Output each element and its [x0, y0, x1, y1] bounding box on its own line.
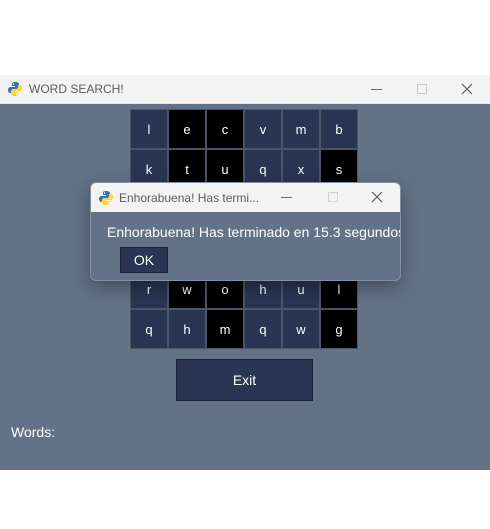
titlebar: WORD SEARCH! — [0, 75, 490, 104]
grid-cell[interactable]: w — [282, 309, 320, 349]
window-content: lecvmbktuqxsrwohulqhmqwg Exit Words: — [0, 104, 490, 470]
python-icon — [99, 191, 113, 205]
close-icon — [461, 83, 472, 95]
grid-cell[interactable]: c — [206, 109, 244, 149]
grid-cell[interactable]: l — [130, 109, 168, 149]
close-button[interactable] — [444, 75, 489, 103]
minimize-button[interactable] — [354, 75, 399, 103]
grid-cell[interactable]: h — [168, 309, 206, 349]
window-title: WORD SEARCH! — [29, 82, 124, 96]
words-label: Words: — [11, 424, 56, 440]
grid-cell[interactable]: v — [244, 109, 282, 149]
dialog-message: Enhorabuena! Has terminado en 15.3 segun… — [107, 224, 401, 240]
dialog-title: Enhorabuena! Has termi... — [119, 191, 260, 205]
ok-button[interactable]: OK — [120, 247, 168, 273]
dialog-maximize-button[interactable] — [328, 192, 338, 202]
close-icon — [371, 191, 383, 203]
grid-cell[interactable]: q — [244, 309, 282, 349]
grid-cell[interactable]: e — [168, 109, 206, 149]
grid-cell[interactable]: q — [130, 309, 168, 349]
grid-cell[interactable]: g — [320, 309, 358, 349]
dialog-titlebar: Enhorabuena! Has termi... — [91, 183, 400, 212]
dialog-minimize-button[interactable] — [281, 197, 292, 198]
completion-dialog: Enhorabuena! Has termi... Enhorabuena! H… — [90, 182, 401, 281]
maximize-icon — [416, 84, 427, 94]
exit-button[interactable]: Exit — [176, 359, 313, 401]
dialog-close-button[interactable] — [370, 190, 384, 204]
grid-cell[interactable]: b — [320, 109, 358, 149]
minimize-icon — [371, 88, 382, 90]
maximize-button[interactable] — [399, 75, 444, 103]
python-icon — [8, 82, 22, 96]
grid-cell[interactable]: m — [282, 109, 320, 149]
grid-cell[interactable]: m — [206, 309, 244, 349]
